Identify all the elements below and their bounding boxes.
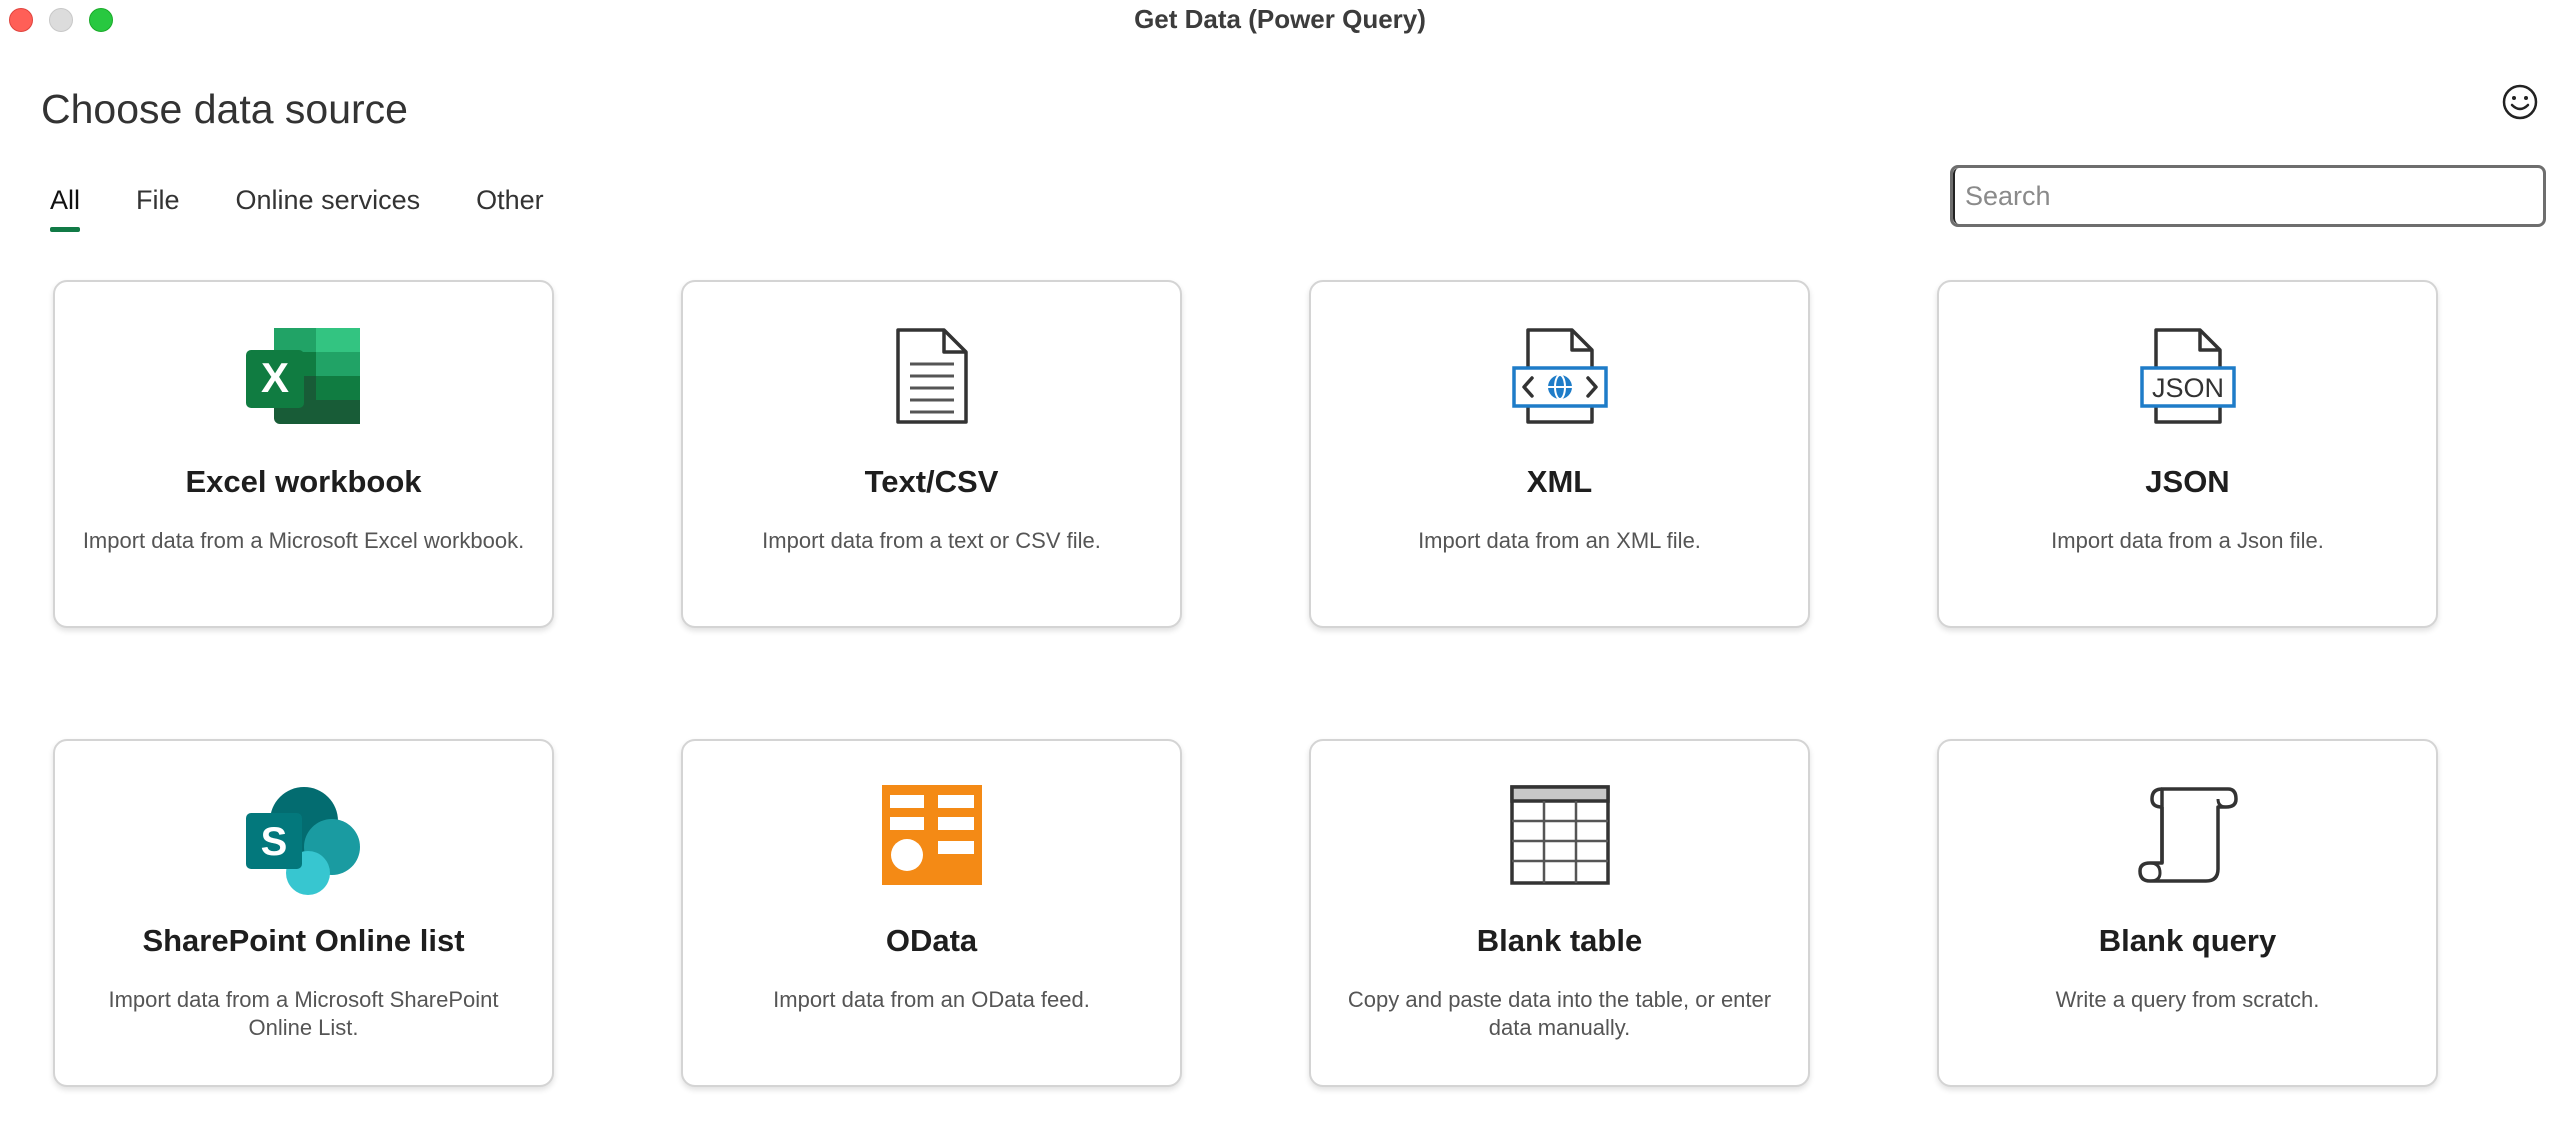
source-name: Blank query xyxy=(2098,923,2277,958)
source-card-blank-query[interactable]: Blank query Write a query from scratch. xyxy=(1937,739,2438,1087)
search-input[interactable] xyxy=(1953,168,2543,224)
source-description: Write a query from scratch. xyxy=(2055,987,2320,1012)
xml-file-icon xyxy=(1502,326,1618,434)
source-card-sharepoint-online-list[interactable]: S SharePoint Online list Import data fro… xyxy=(53,739,554,1087)
category-tabs: All File Online services Other xyxy=(50,182,600,232)
svg-text:JSON: JSON xyxy=(2151,373,2223,403)
source-description: Import data from a Json file. xyxy=(2051,528,2324,553)
odata-icon xyxy=(874,785,990,893)
table-icon xyxy=(1502,785,1618,893)
excel-icon: X xyxy=(245,326,362,434)
text-file-icon xyxy=(874,326,990,434)
source-card-blank-table[interactable]: Blank table Copy and paste data into the… xyxy=(1309,739,1810,1087)
tab-other[interactable]: Other xyxy=(476,182,544,232)
source-name: JSON xyxy=(2145,464,2230,499)
search-box xyxy=(1950,165,2546,227)
source-description: Import data from a text or CSV file. xyxy=(762,528,1101,553)
scroll-icon xyxy=(2130,785,2246,893)
source-card-text-csv[interactable]: Text/CSV Import data from a text or CSV … xyxy=(681,280,1182,628)
window-title: Get Data (Power Query) xyxy=(1134,4,1426,34)
source-name: Text/CSV xyxy=(864,464,999,499)
source-description: Import data from an OData feed. xyxy=(773,987,1090,1012)
source-name: Excel workbook xyxy=(185,464,422,499)
tab-file[interactable]: File xyxy=(136,182,180,232)
source-name: Blank table xyxy=(1476,923,1643,958)
source-name: OData xyxy=(885,923,978,958)
source-name: XML xyxy=(1526,464,1593,499)
source-description: Copy and paste data into the table, or e… xyxy=(1347,987,1772,1040)
json-file-icon: JSON xyxy=(2130,326,2246,434)
source-name: SharePoint Online list xyxy=(142,923,465,958)
source-description: Import data from a Microsoft SharePoint … xyxy=(108,987,499,1040)
tab-online-services[interactable]: Online services xyxy=(236,182,421,232)
page-title: Choose data source xyxy=(41,86,408,132)
source-card-excel-workbook[interactable]: X Excel workbook Import data from a Micr… xyxy=(53,280,554,628)
svg-text:S: S xyxy=(260,820,287,864)
source-description: Import data from a Microsoft Excel workb… xyxy=(82,528,525,553)
source-card-json[interactable]: JSON JSON Import data from a Json file. xyxy=(1937,280,2438,628)
smiley-face-icon[interactable] xyxy=(2500,82,2540,122)
source-card-odata[interactable]: OData Import data from an OData feed. xyxy=(681,739,1182,1087)
source-description: Import data from an XML file. xyxy=(1418,528,1701,553)
sharepoint-icon: S xyxy=(245,785,362,895)
svg-text:X: X xyxy=(260,354,288,401)
title-bar: Get Data (Power Query) xyxy=(0,0,2560,40)
source-card-xml[interactable]: XML Import data from an XML file. xyxy=(1309,280,1810,628)
tab-all[interactable]: All xyxy=(50,182,81,232)
